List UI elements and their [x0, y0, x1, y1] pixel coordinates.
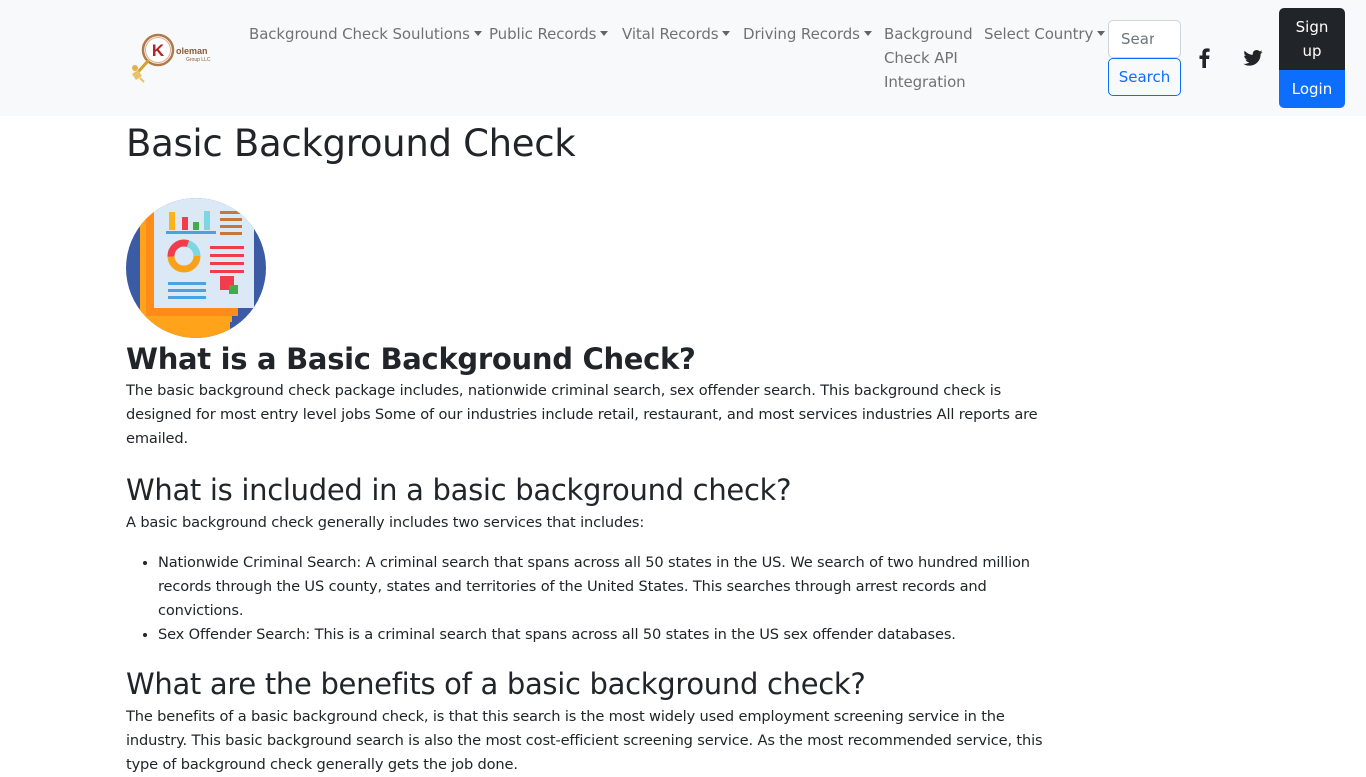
login-button[interactable]: Login: [1279, 70, 1345, 108]
svg-text:K: K: [152, 41, 165, 60]
section-heading: What are the benefits of a basic backgro…: [126, 667, 866, 701]
section-what-is: What is a Basic Background Check? The ba…: [126, 340, 1056, 451]
caret-down-icon: [473, 30, 482, 36]
caret-down-icon: [722, 30, 731, 36]
svg-text:oleman: oleman: [176, 46, 208, 56]
navbar: K oleman Group LLC Background Check Soul…: [0, 0, 1366, 116]
nav-background-check-api-integration[interactable]: Background Check API Integration: [884, 22, 974, 94]
nav-label: Driving Records: [743, 25, 860, 43]
report-icon: [126, 198, 266, 338]
list-item: Sex Offender Search: This is a criminal …: [158, 623, 1056, 647]
nav-public-records[interactable]: Public Records: [489, 22, 609, 46]
main-content: Basic Background Check What is a Basic B…: [126, 116, 1056, 777]
caret-down-icon: [600, 30, 609, 36]
nav-select-country[interactable]: Select Country: [984, 22, 1106, 46]
section-paragraph: A basic background check generally inclu…: [126, 514, 645, 531]
svg-text:Group LLC: Group LLC: [186, 57, 211, 63]
nav-label: Background Check Soulutions: [249, 25, 470, 43]
section-paragraph: The benefits of a basic background check…: [126, 708, 1043, 773]
section-benefits: What are the benefits of a basic backgro…: [126, 665, 1056, 777]
list-item: Nationwide Criminal Search: A criminal s…: [158, 551, 1056, 623]
search-input[interactable]: [1108, 20, 1181, 58]
company-logo[interactable]: K oleman Group LLC: [126, 28, 230, 84]
nav-label: Background Check API Integration: [884, 25, 973, 91]
nav-background-check-solutions[interactable]: Background Check Soulutions: [249, 22, 482, 46]
twitter-link[interactable]: [1241, 46, 1265, 70]
signup-button[interactable]: Sign up: [1279, 8, 1345, 70]
nav-label: Vital Records: [622, 25, 719, 43]
nav-label: Public Records: [489, 25, 597, 43]
page-title: Basic Background Check: [126, 122, 576, 165]
section-heading: What is included in a basic background c…: [126, 473, 792, 507]
twitter-icon: [1243, 50, 1263, 66]
nav-driving-records[interactable]: Driving Records: [743, 22, 872, 46]
search-button[interactable]: Search: [1108, 58, 1181, 96]
section-included: What is included in a basic background c…: [126, 471, 1056, 647]
nav-vital-records[interactable]: Vital Records: [622, 22, 731, 46]
section-heading: What is a Basic Background Check?: [126, 342, 696, 376]
facebook-icon: [1199, 48, 1210, 68]
services-list: Nationwide Criminal Search: A criminal s…: [126, 551, 1056, 647]
section-paragraph: The basic background check package inclu…: [126, 382, 1038, 447]
caret-down-icon: [1097, 30, 1106, 36]
nav-label: Select Country: [984, 25, 1094, 43]
facebook-link[interactable]: [1192, 46, 1216, 70]
caret-down-icon: [863, 30, 872, 36]
